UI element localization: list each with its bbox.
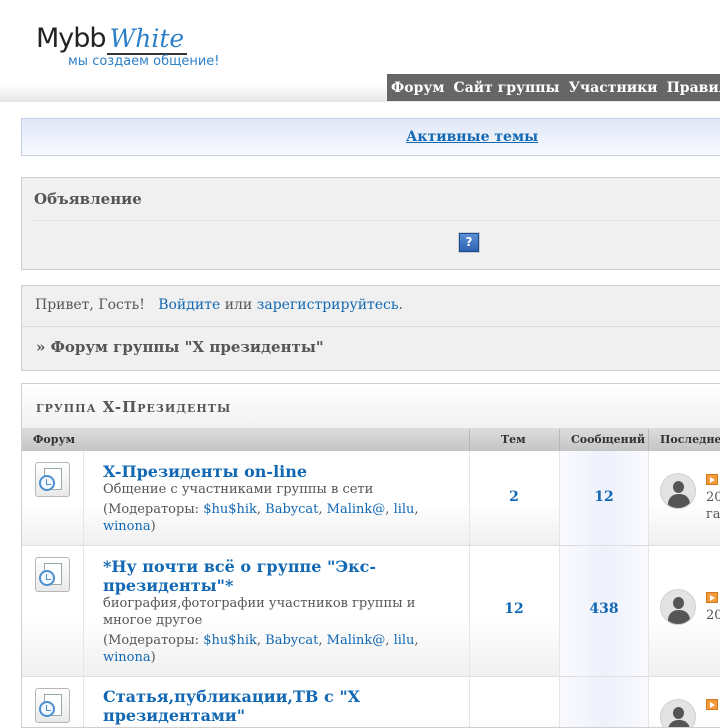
- mod-link[interactable]: Babycat: [265, 502, 318, 517]
- col-divider: [559, 429, 560, 451]
- last-post-icon[interactable]: [706, 592, 718, 603]
- category-header: группа X-Президенты: [22, 384, 720, 429]
- last-post-icon[interactable]: [706, 699, 718, 710]
- clock-icon: [39, 701, 55, 717]
- welcome-divider: [22, 326, 720, 327]
- forum-moderators: (Модераторы: $hu$hik, Babycat, Malink@, …: [103, 502, 419, 534]
- posts-cell: [559, 677, 649, 727]
- mod-link[interactable]: lilu: [394, 633, 415, 648]
- logo-tagline: мы создаем общение!: [68, 54, 220, 69]
- forum-description: биография,фотографии участников группы и…: [103, 595, 415, 629]
- forum-description-line: биография,фотографии участников группы и: [103, 596, 416, 611]
- mod-link[interactable]: $hu$hik: [203, 633, 257, 648]
- mod-link[interactable]: winona: [103, 519, 151, 534]
- greeting-text: Привет, Гость!: [35, 297, 145, 313]
- mods-label: (Модераторы:: [103, 633, 200, 648]
- welcome-panel: Привет, Гость! Войдите или зарегистрируй…: [21, 285, 720, 371]
- mod-link[interactable]: Malink@: [327, 502, 386, 517]
- col-divider: [469, 429, 470, 451]
- nav-forum[interactable]: Форум: [391, 80, 445, 96]
- forum-title-line: президентами": [103, 706, 246, 725]
- logo-script-text: White: [106, 24, 188, 55]
- forum-row: Статья,публикации,ТВ с "X президентами": [22, 677, 720, 727]
- announcement-title: Объявление: [34, 190, 142, 208]
- topics-cell: [469, 677, 559, 727]
- column-header-row: Форум Тем Сообщений Последне: [22, 429, 720, 451]
- forum-description-line: многое другое: [103, 613, 203, 628]
- site-logo[interactable]: Mybb White мы создаем общение!: [36, 23, 219, 70]
- forum-icon-cell: [22, 677, 84, 727]
- login-link[interactable]: Войдите: [158, 297, 220, 313]
- avatar[interactable]: [660, 589, 696, 625]
- forum-title-link[interactable]: *Ну почти всё о группе "Экс-президенты"*: [103, 557, 443, 595]
- forum-title-line: *Ну почти всё о группе "Экс-: [103, 557, 376, 576]
- posts-count: 12: [594, 489, 614, 505]
- breadcrumb: » Форум группы "X президенты": [36, 338, 324, 356]
- last-post-icon[interactable]: [706, 474, 718, 485]
- forum-category: группа X-Президенты Форум Тем Сообщений …: [21, 383, 720, 728]
- forum-icon-cell: [22, 546, 84, 676]
- greeting-dot: .: [398, 297, 403, 313]
- topics-count: 12: [504, 601, 524, 617]
- col-posts: Сообщений: [571, 433, 646, 446]
- register-link[interactable]: зарегистрируйтесь: [257, 297, 399, 313]
- avatar[interactable]: [660, 473, 696, 509]
- announcement-panel: Объявление ?: [21, 177, 720, 270]
- last-post-date: 20: [706, 490, 720, 505]
- site-header: Mybb White мы создаем общение! Форум Сайт…: [0, 0, 720, 102]
- forum-title-link[interactable]: X-Президенты on-line: [103, 462, 307, 481]
- mods-close: ): [150, 519, 156, 534]
- forum-title-link[interactable]: Статья,публикации,ТВ с "X президентами": [103, 687, 443, 725]
- col-topics: Тем: [501, 433, 526, 446]
- forum-description: Общение с участниками группы в сети: [103, 482, 374, 497]
- col-last-post: Последне: [660, 433, 720, 446]
- forum-title-line: Статья,публикации,ТВ с "X: [103, 687, 361, 706]
- topics-count: 2: [509, 489, 519, 505]
- forum-status-icon: [35, 557, 70, 592]
- clock-icon: [39, 570, 55, 586]
- mods-close: ): [150, 650, 156, 665]
- last-post-date: 20: [706, 608, 720, 623]
- mod-link[interactable]: Malink@: [327, 633, 386, 648]
- mod-link[interactable]: winona: [103, 650, 151, 665]
- forum-row: X-Президенты on-line Общение с участника…: [22, 451, 720, 546]
- forum-status-icon: [35, 462, 70, 497]
- forum-row: *Ну почти всё о группе "Экс-президенты"*…: [22, 546, 720, 677]
- forum-moderators: (Модераторы: $hu$hik, Babycat, Malink@, …: [103, 633, 419, 665]
- avatar[interactable]: [660, 699, 696, 727]
- nav-rules[interactable]: Правила: [667, 80, 720, 96]
- mod-link[interactable]: Babycat: [265, 633, 318, 648]
- guest-greeting: Привет, Гость! Войдите или зарегистрируй…: [35, 297, 403, 313]
- logo-main-text: Mybb: [36, 23, 107, 54]
- clock-icon: [39, 475, 55, 491]
- announcement-divider: [34, 220, 720, 221]
- posts-count: 438: [589, 601, 619, 617]
- active-topics-bar: Активные темы: [21, 118, 720, 156]
- forum-title-line: президенты"*: [103, 576, 234, 595]
- forum-status-icon: [35, 688, 70, 723]
- forum-icon-cell: [22, 451, 84, 545]
- nav-group-site[interactable]: Сайт группы: [454, 80, 560, 96]
- col-divider: [648, 429, 649, 451]
- mod-link[interactable]: lilu: [394, 502, 415, 517]
- or-text: или: [224, 297, 253, 313]
- nav-members[interactable]: Участники: [569, 80, 658, 96]
- main-nav: Форум Сайт группы Участники Правила: [387, 74, 720, 101]
- mods-label: (Модераторы:: [103, 502, 200, 517]
- mod-link[interactable]: $hu$hik: [203, 502, 257, 517]
- help-icon[interactable]: ?: [458, 232, 480, 253]
- category-title: группа X-Президенты: [36, 398, 232, 416]
- last-post-author: га: [706, 507, 720, 522]
- active-topics-link[interactable]: Активные темы: [406, 129, 538, 145]
- col-forum: Форум: [33, 433, 76, 446]
